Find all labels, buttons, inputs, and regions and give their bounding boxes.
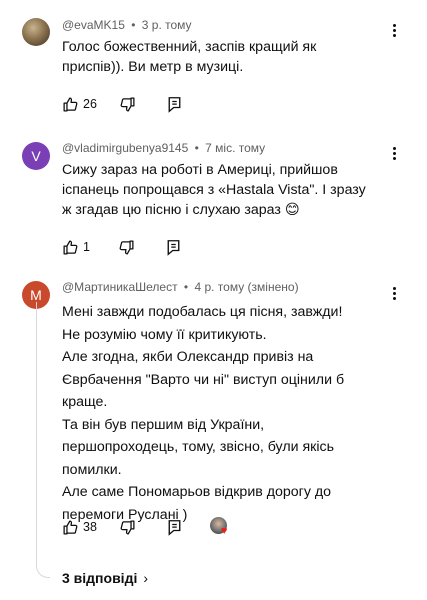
more-vert-icon[interactable] — [386, 20, 402, 40]
separator: • — [131, 18, 136, 32]
reply-icon — [167, 239, 180, 256]
comment-text: Голос божественний, заспів кращий як при… — [62, 39, 317, 75]
avatar[interactable] — [22, 18, 50, 46]
separator: • — [194, 141, 199, 155]
view-replies-button[interactable]: 3 відповіді › — [62, 568, 148, 588]
comment-text: Мені завжди подобалась ця пісня, завжди!… — [62, 304, 345, 523]
thumbs-down-icon — [120, 96, 135, 112]
thumbs-down-icon — [119, 239, 134, 255]
timestamp[interactable]: 3 р. тому — [142, 18, 192, 32]
avatar[interactable]: V — [22, 142, 50, 170]
more-vert-icon[interactable] — [386, 143, 402, 163]
thread-line — [36, 302, 50, 578]
like-button[interactable]: 26 — [62, 96, 97, 113]
thumbs-up-icon — [63, 239, 78, 255]
comment-meta: @vladimirgubenya9145 • 7 міс. тому — [62, 141, 265, 155]
reply-icon — [168, 519, 181, 536]
chevron-right-icon: › — [143, 570, 149, 586]
creator-heart-icon: ♥ — [220, 525, 228, 537]
reply-button[interactable] — [166, 239, 181, 256]
comment-meta: @evaMK15 • 3 р. тому — [62, 18, 192, 32]
comment-actions: 1 — [62, 237, 181, 257]
timestamp[interactable]: 7 міс. тому — [205, 141, 265, 155]
author-name[interactable]: @evaMK15 — [62, 18, 125, 32]
reply-icon — [168, 96, 181, 113]
timestamp[interactable]: 4 р. тому (змінено) — [194, 280, 298, 294]
thumbs-up-icon — [63, 519, 78, 535]
comment-actions: 38 ♥ — [62, 517, 236, 537]
comment-text: Сижу зараз на роботі в Америці, прийшов … — [62, 160, 382, 220]
more-vert-icon[interactable] — [386, 283, 402, 303]
smile-emoji: 😊 — [284, 202, 300, 218]
comment-actions: 26 — [62, 94, 182, 114]
creator-heart-badge: ♥ — [209, 517, 236, 537]
comment-meta: @МартиникаШелест • 4 р. тому (змінено) — [62, 280, 299, 294]
reply-button[interactable] — [167, 519, 182, 536]
author-name[interactable]: @МартиникаШелест — [62, 280, 178, 294]
separator: • — [183, 280, 189, 294]
thumbs-up-icon — [63, 96, 78, 112]
like-count: 26 — [83, 97, 97, 111]
author-name[interactable]: @vladimirgubenya9145 — [62, 141, 188, 155]
comment-text-body: Сижу зараз на роботі в Америці, прийшов … — [62, 162, 366, 218]
like-button[interactable]: 38 — [62, 519, 97, 536]
reply-button[interactable] — [167, 96, 182, 113]
dislike-button[interactable] — [119, 519, 136, 536]
like-button[interactable]: 1 — [62, 239, 90, 256]
replies-label: 3 відповіді — [62, 570, 138, 586]
dislike-button[interactable] — [119, 96, 136, 113]
thumbs-down-icon — [120, 519, 135, 535]
like-count: 38 — [83, 520, 97, 534]
like-count: 1 — [83, 240, 90, 254]
dislike-button[interactable] — [118, 239, 135, 256]
